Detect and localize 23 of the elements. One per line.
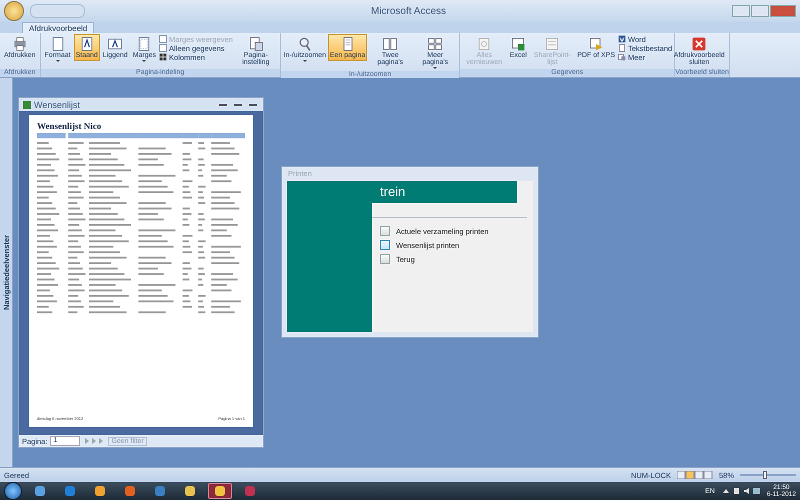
ribbon-icon xyxy=(544,36,560,52)
ribbon-icon xyxy=(107,36,124,52)
report-window-title: Wensenlijst xyxy=(34,100,81,110)
tray-icons[interactable] xyxy=(720,487,761,495)
ribbon-icon xyxy=(248,36,264,52)
ribbon-icon xyxy=(510,36,526,52)
ribbon-icon xyxy=(691,36,708,52)
office-button[interactable] xyxy=(4,1,24,21)
ribbon-icon xyxy=(296,36,313,52)
ribbon-icon xyxy=(588,36,604,52)
view-buttons-icon[interactable] xyxy=(676,471,713,479)
ribbon-icon xyxy=(427,36,444,52)
ribbon-small-icon xyxy=(159,53,168,61)
ribbon-icon xyxy=(382,36,398,52)
start-button[interactable] xyxy=(4,482,22,500)
report-title: Wensenlijst Nico xyxy=(37,121,102,131)
taskbar-app-button[interactable] xyxy=(208,483,232,499)
window-title: Microsoft Access xyxy=(370,6,448,16)
dialog-header: trein xyxy=(372,181,517,203)
ribbon-icon xyxy=(12,36,28,52)
report-icon xyxy=(23,100,31,108)
ribbon-tab[interactable]: Afdrukvoorbeeld xyxy=(22,22,94,33)
zoom-slider-thumb[interactable] xyxy=(763,471,768,479)
